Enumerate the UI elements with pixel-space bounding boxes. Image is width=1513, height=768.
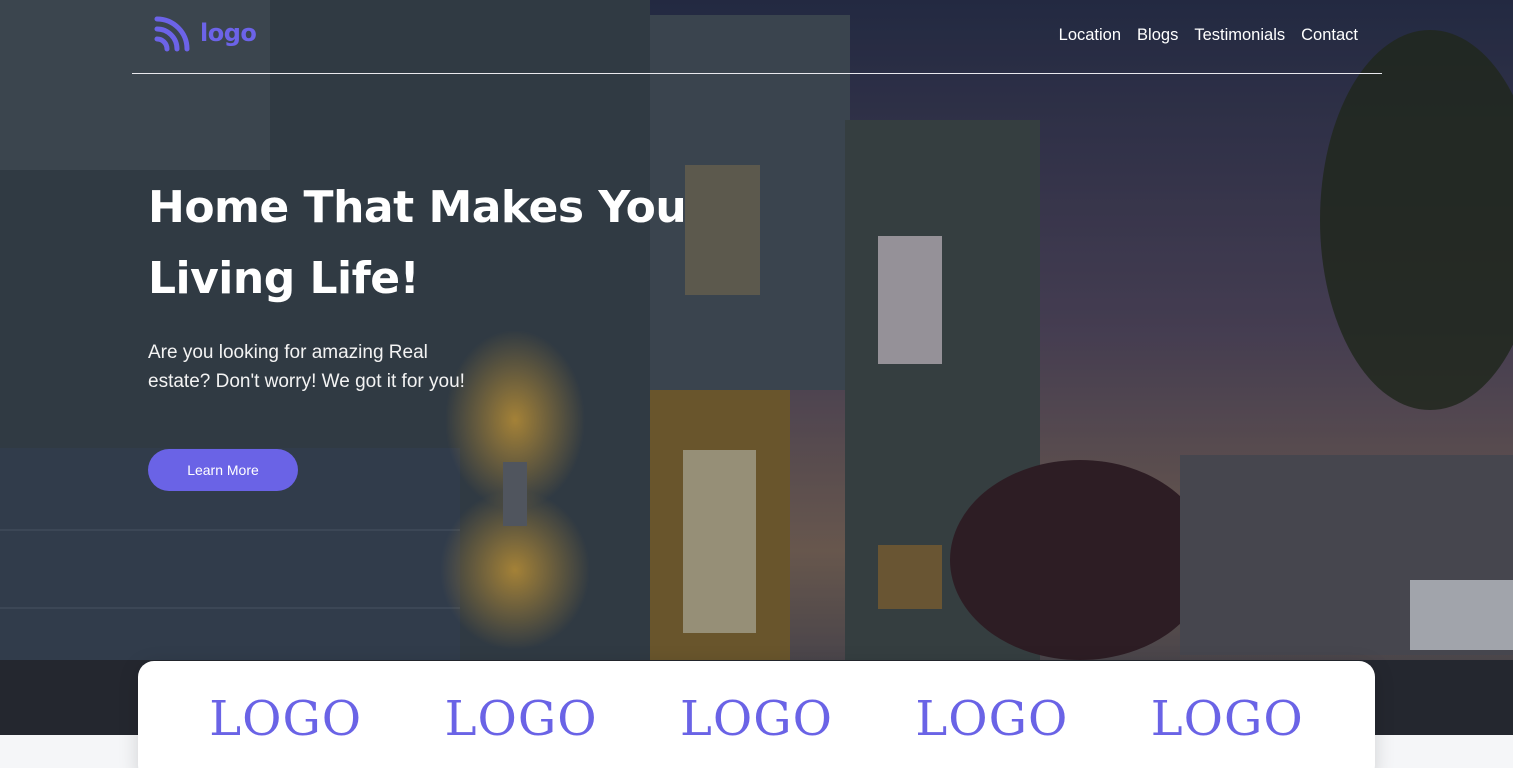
partner-logos-card: LOGO LOGO LOGO LOGO LOGO [138,661,1375,768]
partner-logo: LOGO [209,691,363,747]
logo[interactable]: logo [154,14,257,52]
nav-contact[interactable]: Contact [1301,26,1358,45]
nav-blogs[interactable]: Blogs [1137,26,1178,45]
logo-icon [154,16,190,52]
learn-more-button[interactable]: Learn More [148,449,298,491]
hero-subtext: Are you looking for amazing Real estate?… [148,342,465,392]
nav-location[interactable]: Location [1059,26,1121,45]
nav-testimonials[interactable]: Testimonials [1194,26,1285,45]
partner-logo: LOGO [1150,691,1304,747]
partner-logo: LOGO [915,691,1069,747]
partner-logo: LOGO [680,691,833,747]
hero-headline-line2: Living Life! [148,253,420,304]
partner-logo: LOGO [444,691,598,747]
hero-headline-line1: Home That Makes You [148,182,687,233]
hero-headline: Home That Makes You Living Life! [148,172,748,314]
main-nav: Location Blogs Testimonials Contact [1059,26,1358,45]
logo-text: logo [200,19,257,47]
hero-section: logo Location Blogs Testimonials Contact… [0,0,1513,735]
nav-divider [132,73,1382,74]
